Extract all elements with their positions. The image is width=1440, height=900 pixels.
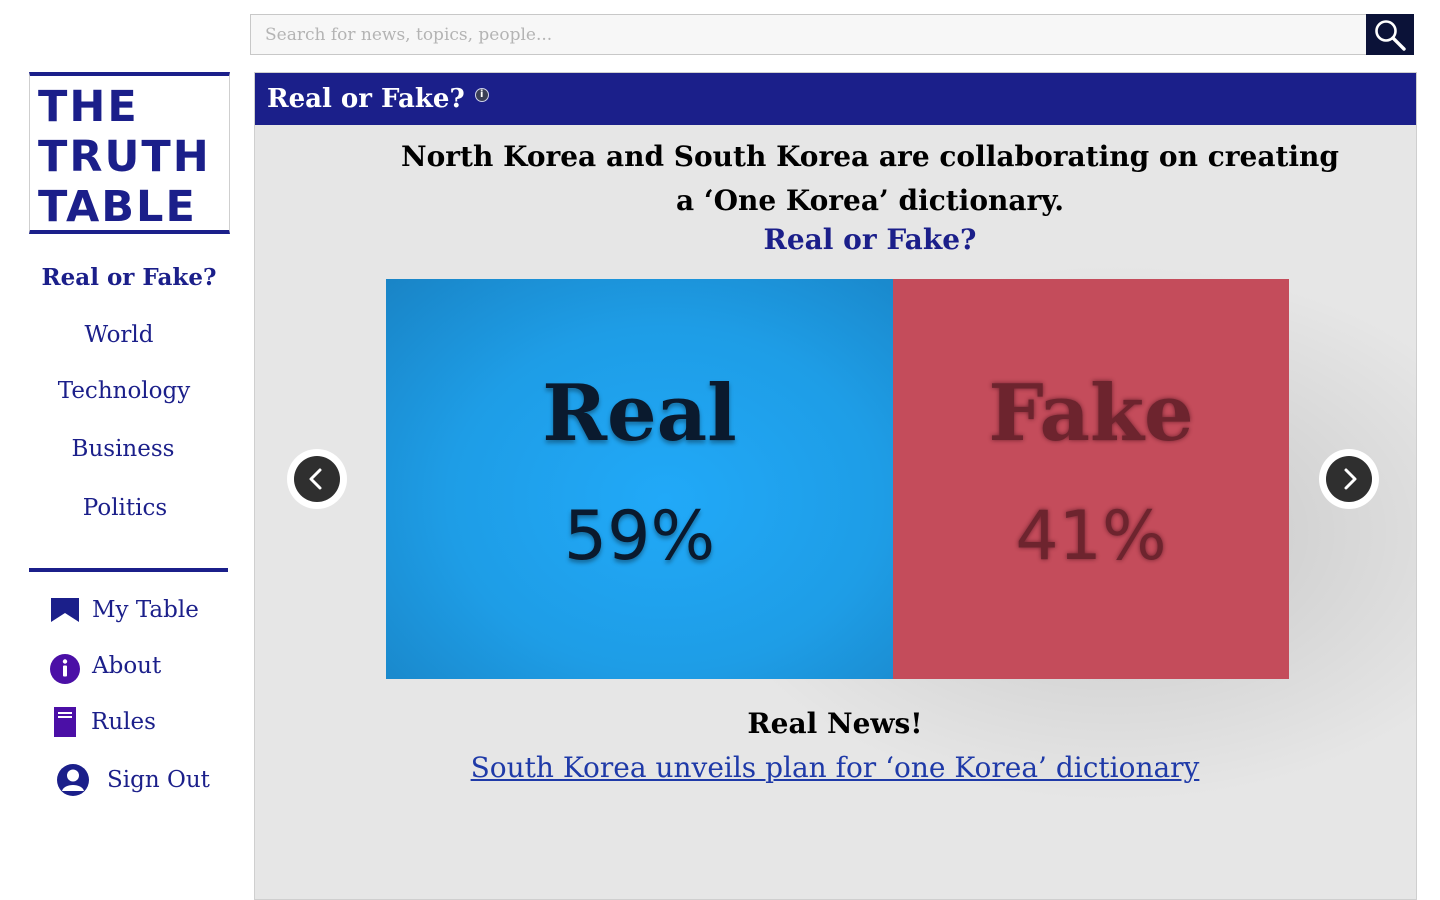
real-or-fake-question: Real or Fake? — [763, 223, 977, 256]
search-input[interactable] — [251, 15, 1367, 54]
logo-line: THE — [38, 82, 139, 132]
source-article-link[interactable]: South Korea unveils plan for ‘one Korea’… — [385, 751, 1285, 784]
nav-item-world[interactable]: World — [19, 322, 219, 348]
news-headline: North Korea and South Korea are collabor… — [401, 140, 1339, 217]
site-logo[interactable]: THE TRUTH TABLE — [29, 72, 230, 234]
nav-item-technology[interactable]: Technology — [24, 378, 224, 404]
vote-fake-percent: 41% — [1015, 497, 1167, 576]
nav-item-label: About — [92, 653, 162, 679]
nav-item-label: My Table — [92, 597, 199, 623]
panel-title: Real or Fake? — [267, 84, 465, 114]
vote-fake-label: Fake — [988, 368, 1194, 459]
info-icon — [50, 654, 80, 684]
bookmark-icon — [51, 598, 79, 622]
nav-item-label: Rules — [91, 709, 156, 735]
previous-button[interactable] — [287, 449, 347, 509]
vote-fake-button[interactable]: Fake 41% — [893, 279, 1289, 679]
chevron-right-icon — [1344, 468, 1357, 490]
next-button[interactable] — [1319, 449, 1379, 509]
info-small-icon[interactable]: i — [474, 88, 489, 102]
nav-item-sign-out[interactable]: Sign Out — [56, 763, 210, 797]
nav-item-about[interactable]: About — [48, 648, 161, 684]
chevron-left-icon — [309, 468, 322, 490]
search-button[interactable] — [1366, 14, 1414, 55]
real-or-fake-panel: Real or Fake? i North Korea and South Ko… — [254, 72, 1417, 900]
nav-item-my-table[interactable]: My Table — [50, 596, 199, 624]
nav-item-business[interactable]: Business — [23, 436, 223, 462]
vote-real-button[interactable]: Real 59% — [386, 279, 893, 679]
rulebook-icon — [54, 707, 76, 737]
logo-line: TABLE — [38, 182, 197, 232]
search-icon — [1375, 19, 1406, 51]
sidebar-divider — [29, 568, 228, 572]
logo-line: TRUTH — [38, 132, 211, 182]
vote-real-percent: 59% — [563, 497, 716, 576]
nav-item-real-or-fake[interactable]: Real or Fake? — [29, 264, 229, 291]
nav-item-politics[interactable]: Politics — [25, 495, 225, 521]
search-bar — [250, 14, 1414, 55]
nav-item-label: Sign Out — [107, 767, 210, 793]
panel-header: Real or Fake? i — [255, 73, 1416, 125]
nav-item-rules[interactable]: Rules — [53, 706, 156, 738]
user-icon — [57, 764, 89, 796]
vote-real-label: Real — [542, 368, 737, 459]
result-label: Real News! — [747, 707, 923, 740]
